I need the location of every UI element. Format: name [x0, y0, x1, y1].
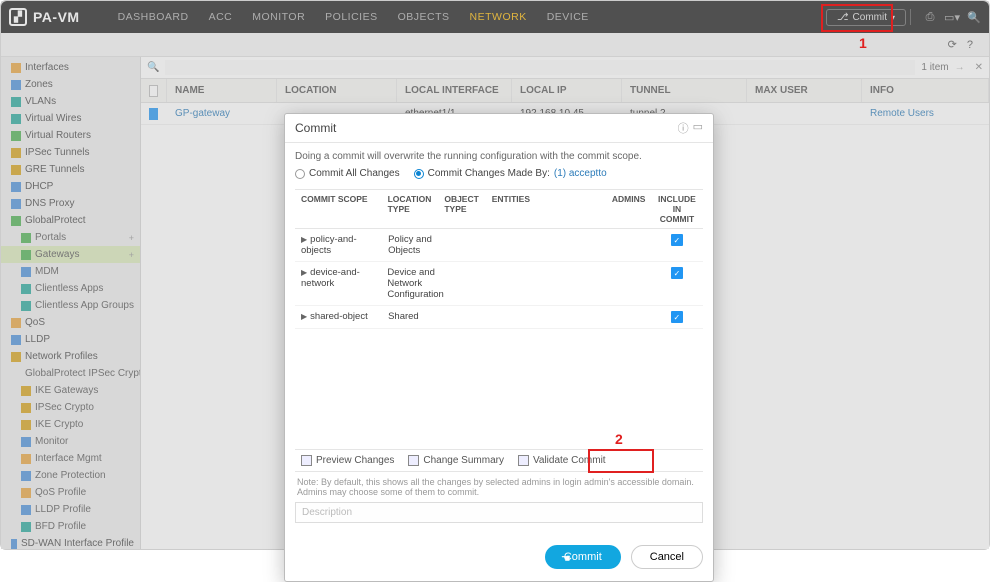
scope-table: COMMIT SCOPE LOCATION TYPE OBJECT TYPE E…: [295, 189, 703, 449]
action-label: Preview Changes: [316, 455, 394, 466]
cursor-hand-icon: ☚: [561, 552, 571, 565]
radio-on-icon: [414, 169, 424, 179]
scope-ltype: Shared: [382, 306, 439, 327]
cancel-button[interactable]: Cancel: [631, 545, 703, 569]
hdr-location-type: LOCATION TYPE: [382, 190, 439, 228]
radio-label-text: Commit All Changes: [309, 168, 400, 179]
modal-title-text: Commit: [295, 121, 336, 135]
radio-commit-changes-by[interactable]: Commit Changes Made By: (1) acceptto: [414, 168, 607, 179]
commit-modal: Commit ⓘ ▭ Doing a commit will overwrite…: [284, 113, 714, 582]
modal-intro: Doing a commit will overwrite the runnin…: [295, 151, 703, 162]
modal-window-icon[interactable]: ▭: [693, 120, 703, 136]
scope-row[interactable]: ▶shared-object Shared ✓: [295, 306, 703, 329]
hdr-object-type: OBJECT TYPE: [438, 190, 485, 228]
expand-arrow-icon[interactable]: ▶: [301, 235, 307, 244]
scope-ltype: Device and Network Configuration: [381, 262, 441, 305]
hdr-commit-scope: COMMIT SCOPE: [295, 190, 382, 228]
scope-ltype: Policy and Objects: [382, 229, 439, 261]
scope-name: shared-object: [310, 311, 368, 322]
include-checkbox[interactable]: ✓: [671, 234, 683, 246]
hdr-include-in-commit: INCLUDE IN COMMIT: [651, 190, 703, 228]
scope-row[interactable]: ▶policy-and-objects Policy and Objects ✓: [295, 229, 703, 262]
modal-help-icon[interactable]: ⓘ: [678, 120, 689, 136]
radio-commit-all[interactable]: Commit All Changes: [295, 168, 400, 179]
validate-commit-button[interactable]: Validate Commit: [518, 455, 606, 466]
include-checkbox[interactable]: ✓: [671, 311, 683, 323]
scope-name: device-and-network: [301, 267, 360, 289]
preview-changes-button[interactable]: Preview Changes: [301, 455, 394, 466]
modal-title: Commit ⓘ ▭: [285, 114, 713, 143]
preview-icon: [301, 455, 312, 466]
hdr-entities: ENTITIES: [486, 190, 606, 228]
expand-arrow-icon[interactable]: ▶: [301, 268, 307, 277]
summary-icon: [408, 455, 419, 466]
action-label: Change Summary: [423, 455, 504, 466]
description-input[interactable]: Description: [295, 502, 703, 523]
annotation-label-2: 2: [615, 431, 623, 447]
expand-arrow-icon[interactable]: ▶: [301, 312, 307, 321]
scope-name: policy-and-objects: [301, 234, 357, 256]
radio-label-text: Commit Changes Made By:: [428, 168, 550, 179]
include-checkbox[interactable]: ✓: [671, 267, 683, 279]
hdr-admins: ADMINS: [606, 190, 651, 228]
change-summary-button[interactable]: Change Summary: [408, 455, 504, 466]
action-label: Validate Commit: [533, 455, 606, 466]
commit-button[interactable]: ☚Commit: [545, 545, 621, 569]
radio-icon: [295, 169, 305, 179]
scope-row[interactable]: ▶device-and-network Device and Network C…: [295, 262, 703, 306]
modal-note: Note: By default, this shows all the cha…: [295, 472, 703, 502]
admin-link[interactable]: (1) acceptto: [554, 168, 607, 179]
button-label: Cancel: [650, 551, 684, 563]
validate-icon: [518, 455, 529, 466]
annotation-label-1: 1: [859, 35, 867, 51]
